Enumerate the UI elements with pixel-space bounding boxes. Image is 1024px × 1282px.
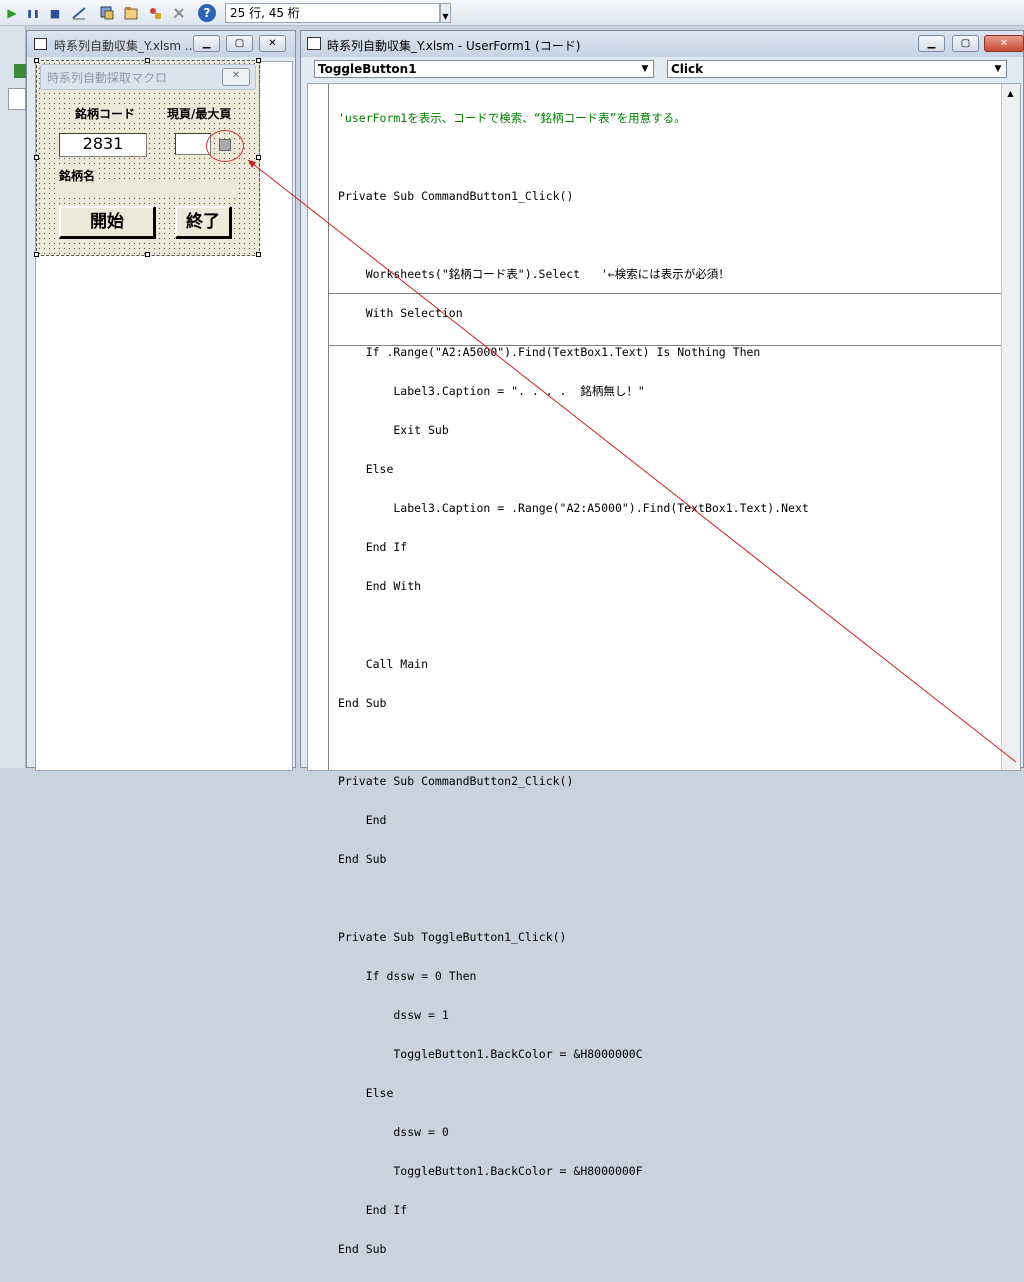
code-line: Exit Sub xyxy=(338,423,449,437)
close-button[interactable]: ✕ xyxy=(984,35,1024,52)
stop-icon[interactable]: ■ xyxy=(46,4,64,22)
minimize-button[interactable]: ▁ xyxy=(918,35,945,52)
close-button[interactable]: ✕ xyxy=(259,35,286,52)
form-window-icon xyxy=(34,38,47,50)
code-line: Private Sub ToggleButton1_Click() xyxy=(338,930,567,944)
label-stock-name: 銘柄名 xyxy=(57,167,98,184)
pause-icon[interactable]: ❚❚ xyxy=(24,4,42,22)
procedure-dropdown[interactable]: Click ▼ xyxy=(667,60,1007,78)
resize-handle[interactable] xyxy=(256,252,261,257)
code-text[interactable]: 'userForm1を表示、コードで検索、“銘柄コード表”を用意する。 Priv… xyxy=(338,86,809,1282)
background-panel xyxy=(8,88,26,110)
toolbox-icon[interactable] xyxy=(170,4,188,22)
code-line: If dssw = 0 Then xyxy=(338,969,477,983)
chevron-down-icon[interactable]: ▼ xyxy=(638,62,652,76)
code-line: Label3.Caption = ". . . . 銘柄無し！" xyxy=(338,384,645,398)
highlight-circle xyxy=(206,130,244,162)
object-dropdown-value: ToggleButton1 xyxy=(318,62,417,76)
project-explorer-icon[interactable] xyxy=(98,4,116,22)
code-line: End Sub xyxy=(338,852,387,866)
scroll-up-icon[interactable]: ▲ xyxy=(1004,86,1017,101)
resize-handle[interactable] xyxy=(34,58,39,63)
start-button[interactable]: 開始 xyxy=(59,206,155,238)
code-line: If .Range("A2:A5000").Find(TextBox1.Text… xyxy=(338,345,761,359)
code-titlebar[interactable]: 時系列自動収集_Y.xlsm - UserForm1 (コード) ▁ ▢ ✕ xyxy=(301,31,1024,57)
resize-handle[interactable] xyxy=(34,155,39,160)
design-mode-icon[interactable] xyxy=(70,4,88,22)
code-title: 時系列自動収集_Y.xlsm - UserForm1 (コード) xyxy=(327,39,581,53)
code-line: End If xyxy=(338,1203,408,1217)
resize-handle[interactable] xyxy=(256,155,261,160)
procedure-dropdown-value: Click xyxy=(671,62,704,76)
run-icon[interactable]: ▶ xyxy=(3,4,21,22)
code-line: Label3.Caption = .Range("A2:A5000").Find… xyxy=(338,501,809,515)
code-line: End With xyxy=(338,579,422,593)
object-dropdown[interactable]: ToggleButton1 ▼ xyxy=(314,60,654,78)
code-line: End xyxy=(338,813,387,827)
procedure-separator xyxy=(328,345,1002,346)
code-line: End Sub xyxy=(338,696,387,710)
properties-icon[interactable] xyxy=(122,4,140,22)
toolbar-overflow-icon[interactable]: ▼ xyxy=(440,3,451,23)
code-line: Worksheets("銘柄コード表").Select '←検索には表示が必須！ xyxy=(338,267,730,281)
designer-title: 時系列自動収集_Y.xlsm ... xyxy=(54,39,197,53)
vertical-scrollbar[interactable]: ▲ xyxy=(1001,84,1020,770)
stock-name-value xyxy=(59,183,235,195)
label-stock-code: 銘柄コード xyxy=(73,105,138,122)
minimize-button[interactable]: ▁ xyxy=(193,35,220,52)
code-line: Private Sub CommandButton2_Click() xyxy=(338,774,574,788)
code-line: 'userForm1を表示、コードで検索、“銘柄コード表”を用意する。 xyxy=(338,111,686,125)
code-line: Else xyxy=(338,1086,394,1100)
maximize-button[interactable]: ▢ xyxy=(226,35,253,52)
cursor-position-status: 25 行, 45 桁 xyxy=(225,3,440,23)
resize-handle[interactable] xyxy=(145,58,150,63)
code-line: Private Sub CommandButton1_Click() xyxy=(338,189,574,203)
chevron-down-icon[interactable]: ▼ xyxy=(991,62,1005,76)
stock-code-textbox[interactable]: 2831 xyxy=(59,133,147,157)
code-editor[interactable]: 'userForm1を表示、コードで検索、“銘柄コード表”を用意する。 Priv… xyxy=(307,83,1021,1256)
excel-icon xyxy=(14,64,26,78)
code-line: dssw = 0 xyxy=(338,1125,449,1139)
label-page: 現頁/最大頁 xyxy=(165,105,234,122)
vbe-toolbar: ▶ ❚❚ ■ ? 25 行, 45 桁 ▼ xyxy=(0,0,1024,26)
code-line: ToggleButton1.BackColor = &H8000000C xyxy=(338,1047,643,1061)
form-titlebar: 時系列自動採取マクロ ✕ xyxy=(40,64,256,90)
form-close-icon: ✕ xyxy=(222,68,250,86)
code-line: Else xyxy=(338,462,394,476)
code-line: With Selection xyxy=(338,306,463,320)
resize-handle[interactable] xyxy=(34,252,39,257)
code-line: Call Main xyxy=(338,657,429,671)
end-button[interactable]: 終了 xyxy=(175,206,231,238)
margin-indicator-bar[interactable] xyxy=(308,84,329,770)
help-icon[interactable]: ? xyxy=(198,4,216,22)
background-window xyxy=(0,26,26,768)
code-line: dssw = 1 xyxy=(338,1008,449,1022)
procedure-separator xyxy=(328,293,1002,294)
resize-handle[interactable] xyxy=(256,58,261,63)
form-title: 時系列自動採取マクロ xyxy=(47,71,168,85)
code-line: End If xyxy=(338,540,408,554)
code-line: End Sub xyxy=(338,1242,387,1256)
code-window-icon xyxy=(307,37,321,50)
object-browser-icon[interactable] xyxy=(146,4,164,22)
resize-handle[interactable] xyxy=(145,252,150,257)
designer-titlebar[interactable]: 時系列自動収集_Y.xlsm ... ▁ ▢ ✕ xyxy=(27,31,295,57)
code-line: ToggleButton1.BackColor = &H8000000F xyxy=(338,1164,643,1178)
code-window: 時系列自動収集_Y.xlsm - UserForm1 (コード) ▁ ▢ ✕ T… xyxy=(300,30,1024,1256)
maximize-button[interactable]: ▢ xyxy=(952,35,979,52)
